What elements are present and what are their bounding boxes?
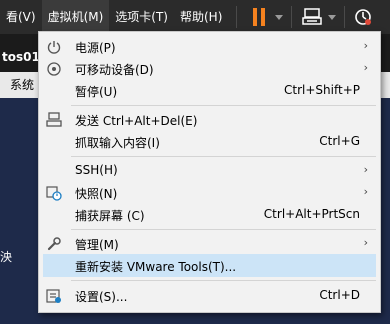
pause-button[interactable] [245,0,284,34]
menu-item-shortcut: Ctrl+Shift+P [284,83,360,97]
snapshot-button[interactable] [353,0,373,34]
menu-vm[interactable]: 虚拟机(M) [41,0,110,34]
menu-item-settings[interactable]: 设置(S)... Ctrl+D [39,284,380,307]
menu-separator [71,229,376,230]
menu-item-manage[interactable]: 管理(M) › [39,232,380,255]
send-keys-icon [46,112,62,127]
menu-help[interactable]: 帮助(H) [174,0,228,34]
menu-item-label: 捕获屏幕 (C) [75,209,145,223]
power-icon [47,41,61,54]
menu-item-label: 可移动设备(D) [75,63,154,77]
toolbar-separator [291,6,293,28]
menubar: 看(V) 虚拟机(M) 选项卡(T) 帮助(H) [0,0,390,34]
removable-device-icon [47,62,61,76]
menu-item-grab-input[interactable]: 抓取输入内容(I) Ctrl+G [39,130,380,153]
menu-item-label: SSH(H) [75,163,118,177]
menu-item-power[interactable]: 电源(P) › [39,35,380,58]
snapshot-icon [46,186,62,201]
menu-item-label: 设置(S)... [75,290,128,304]
vm-tab-title[interactable]: tos01 [0,44,42,70]
menu-item-label: 电源(P) [75,41,116,55]
menu-item-label: 抓取输入内容(I) [75,136,160,150]
chevron-down-icon [275,14,284,20]
snapshot-clock-icon [355,9,372,25]
submenu-arrow-icon: › [363,236,368,249]
menu-item-pause[interactable]: 暂停(U) Ctrl+Shift+P [39,79,380,102]
send-keys-icon [302,8,323,25]
menu-item-label: 重新安装 VMware Tools(T)... [75,260,237,274]
submenu-arrow-icon: › [363,39,368,52]
toolbar-separator [236,6,238,28]
pause-icon [253,8,267,26]
menu-item-ssh[interactable]: SSH(H) › [39,159,380,182]
menu-separator [71,280,376,281]
submenu-arrow-icon: › [363,163,368,176]
menu-separator [71,105,376,106]
send-ctrl-alt-del-button[interactable] [302,0,337,34]
menu-item-shortcut: Ctrl+D [319,288,360,302]
menu-item-send-ctrl-alt-del[interactable]: 发送 Ctrl+Alt+Del(E) [39,108,380,131]
menu-item-label: 管理(M) [75,238,119,252]
menu-item-reinstall-vmware-tools[interactable]: 重新安装 VMware Tools(T)... [43,254,376,277]
guest-menu-system[interactable]: 系统 [10,76,34,93]
menu-item-shortcut: Ctrl+Alt+PrtScn [263,207,360,221]
menu-item-capture-screen[interactable]: 捕获屏幕 (C) Ctrl+Alt+PrtScn [39,203,380,226]
toolbar-separator [344,6,346,28]
chevron-down-icon [328,14,337,20]
menu-separator [71,156,376,157]
settings-icon [46,289,61,303]
menu-item-label: 快照(N) [75,187,118,201]
menu-tabs[interactable]: 选项卡(T) [109,0,174,34]
menu-item-label: 发送 Ctrl+Alt+Del(E) [75,114,198,128]
submenu-arrow-icon: › [363,185,368,198]
menu-item-label: 暂停(U) [75,85,118,99]
wrench-icon [47,237,61,251]
menu-item-removable-devices[interactable]: 可移动设备(D) › [39,57,380,80]
menu-item-snapshot[interactable]: 快照(N) › [39,181,380,204]
menu-item-shortcut: Ctrl+G [319,134,360,148]
submenu-arrow-icon: › [363,61,368,74]
vm-dropdown-menu: 电源(P) › 可移动设备(D) › 暂停(U) Ctrl+Shift+P 发送… [38,31,381,313]
menu-view[interactable]: 看(V) [0,0,42,34]
desktop-text: 泱 [0,250,13,264]
